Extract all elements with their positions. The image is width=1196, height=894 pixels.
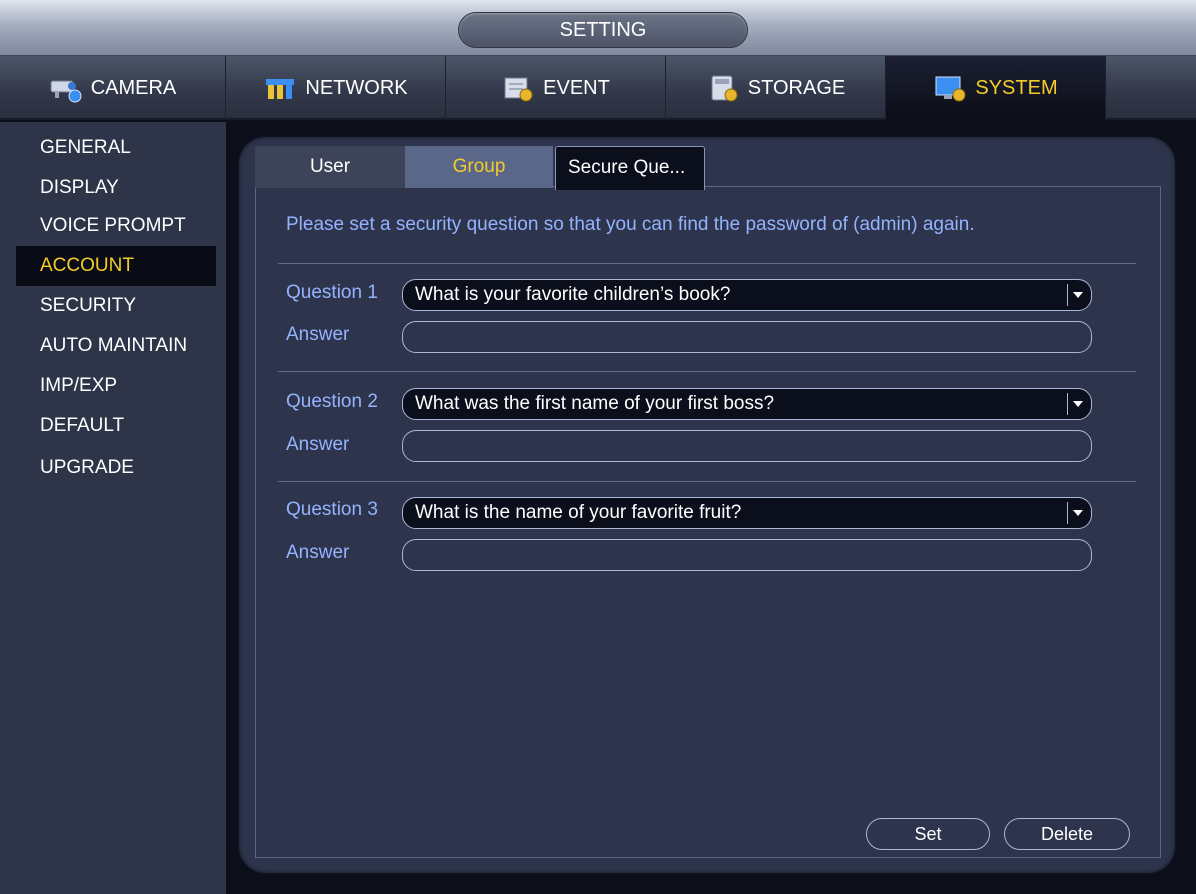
top-nav-camera[interactable]: CAMERA (0, 56, 226, 120)
sidebar-item-auto-maintain[interactable]: AUTO MAINTAIN (16, 326, 216, 366)
camera-icon (49, 73, 83, 103)
top-nav-event-label: EVENT (543, 76, 610, 99)
answer-3-input[interactable] (402, 539, 1092, 571)
system-icon (933, 73, 967, 103)
answer-2-label: Answer (286, 434, 350, 455)
question-1-value: What is your favorite children’s book? (415, 284, 731, 305)
network-icon (263, 73, 297, 103)
answer-1-input[interactable] (402, 321, 1092, 353)
question-2-select[interactable]: What was the first name of your first bo… (402, 388, 1092, 420)
event-icon (501, 73, 535, 103)
sidebar-item-general[interactable]: GENERAL (16, 128, 216, 168)
question-1-select[interactable]: What is your favorite children’s book? (402, 279, 1092, 311)
answer-2-input[interactable] (402, 430, 1092, 462)
chevron-down-icon[interactable] (1067, 502, 1085, 524)
question-2-label: Question 2 (286, 391, 378, 412)
title-bar: SETTING (0, 0, 1196, 56)
top-nav-event[interactable]: EVENT (446, 56, 666, 120)
divider (278, 263, 1136, 264)
sidebar-item-voice-prompt[interactable]: VOICE PROMPT (16, 206, 216, 246)
top-nav: CAMERA NETWORK EVENT STORAGE SYSTEM (0, 56, 1196, 120)
top-nav-storage-label: STORAGE (747, 76, 846, 99)
divider (278, 371, 1136, 372)
question-1-label: Question 1 (286, 282, 378, 303)
top-nav-network-label: NETWORK (305, 76, 408, 99)
sidebar-item-display[interactable]: DISPLAY (16, 168, 216, 208)
sidebar: GENERAL DISPLAY VOICE PROMPT ACCOUNT SEC… (0, 122, 226, 894)
tab-user[interactable]: User (255, 146, 405, 188)
tab-group[interactable]: Group (405, 146, 553, 188)
question-3-value: What is the name of your favorite fruit? (415, 502, 742, 523)
top-nav-system-label: SYSTEM (975, 76, 1058, 99)
sidebar-item-imp-exp[interactable]: IMP/EXP (16, 366, 216, 406)
answer-1-label: Answer (286, 324, 350, 345)
top-nav-camera-label: CAMERA (90, 76, 177, 99)
security-notice: Please set a security question so that y… (286, 214, 975, 235)
storage-icon (706, 73, 740, 103)
sidebar-item-security[interactable]: SECURITY (16, 286, 216, 326)
answer-3-label: Answer (286, 542, 350, 563)
top-nav-system[interactable]: SYSTEM (886, 56, 1106, 120)
sidebar-item-upgrade[interactable]: UPGRADE (16, 448, 216, 488)
tab-secure-question[interactable]: Secure Que... (555, 146, 705, 190)
chevron-down-icon[interactable] (1067, 284, 1085, 306)
divider (278, 481, 1136, 482)
question-3-label: Question 3 (286, 499, 378, 520)
delete-button[interactable]: Delete (1004, 818, 1130, 850)
top-nav-storage[interactable]: STORAGE (666, 56, 886, 120)
question-2-value: What was the first name of your first bo… (415, 393, 775, 414)
set-button[interactable]: Set (866, 818, 990, 850)
window-title: SETTING (458, 12, 748, 48)
sidebar-item-account[interactable]: ACCOUNT (16, 246, 216, 286)
question-3-select[interactable]: What is the name of your favorite fruit? (402, 497, 1092, 529)
top-nav-network[interactable]: NETWORK (226, 56, 446, 120)
sidebar-item-default[interactable]: DEFAULT (16, 406, 216, 446)
chevron-down-icon[interactable] (1067, 393, 1085, 415)
